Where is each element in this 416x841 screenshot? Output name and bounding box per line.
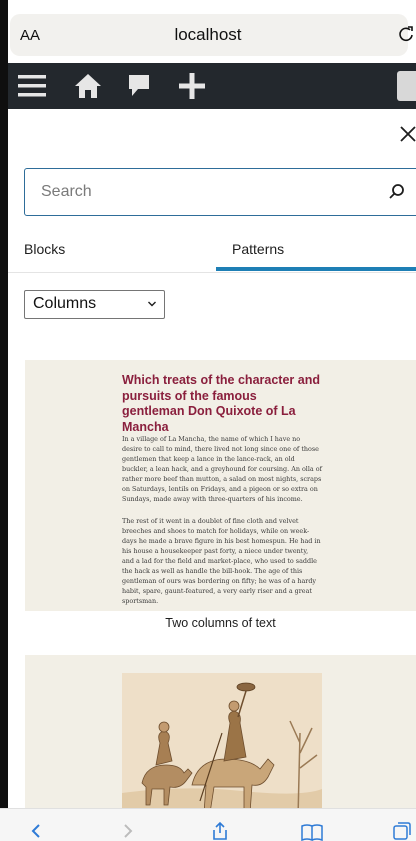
tabs-divider [8,272,416,273]
home-icon[interactable] [74,72,102,100]
selected-category: Columns [33,295,97,312]
reload-icon[interactable] [398,24,416,44]
admin-toolbar [8,63,416,109]
pattern-paragraph-2: The rest of it went in a doublet of fine… [122,517,321,605]
pattern-preview-two-columns[interactable]: Which treats of the character and pursui… [25,360,416,611]
back-icon[interactable] [30,823,42,839]
bookmarks-icon[interactable] [300,823,324,841]
tab-patterns[interactable]: Patterns [232,241,284,257]
tabs-icon[interactable] [392,821,412,841]
url-host[interactable]: localhost [0,25,416,45]
chevron-down-icon [148,301,156,307]
don-quixote-illustration [122,673,322,818]
menu-icon[interactable] [18,72,48,100]
pattern-title: Which treats of the character and pursui… [122,373,320,434]
add-new-icon[interactable] [178,72,206,100]
comments-icon[interactable] [126,72,152,100]
search-input[interactable]: Search [24,168,416,216]
share-icon[interactable] [210,821,230,841]
pattern-caption[interactable]: Two columns of text [25,616,416,630]
active-tab-indicator [216,267,416,271]
pattern-category-select[interactable]: Columns [24,290,165,319]
browser-bottom-bar [0,808,416,841]
avatar[interactable] [397,71,416,101]
search-placeholder: Search [41,183,92,200]
search-icon [389,184,404,199]
pattern-paragraph-1: In a village of La Mancha, the name of w… [122,435,322,503]
forward-icon[interactable] [122,823,134,839]
pattern-preview-image[interactable] [25,655,416,818]
tab-blocks[interactable]: Blocks [24,241,65,257]
close-icon[interactable] [398,124,416,142]
